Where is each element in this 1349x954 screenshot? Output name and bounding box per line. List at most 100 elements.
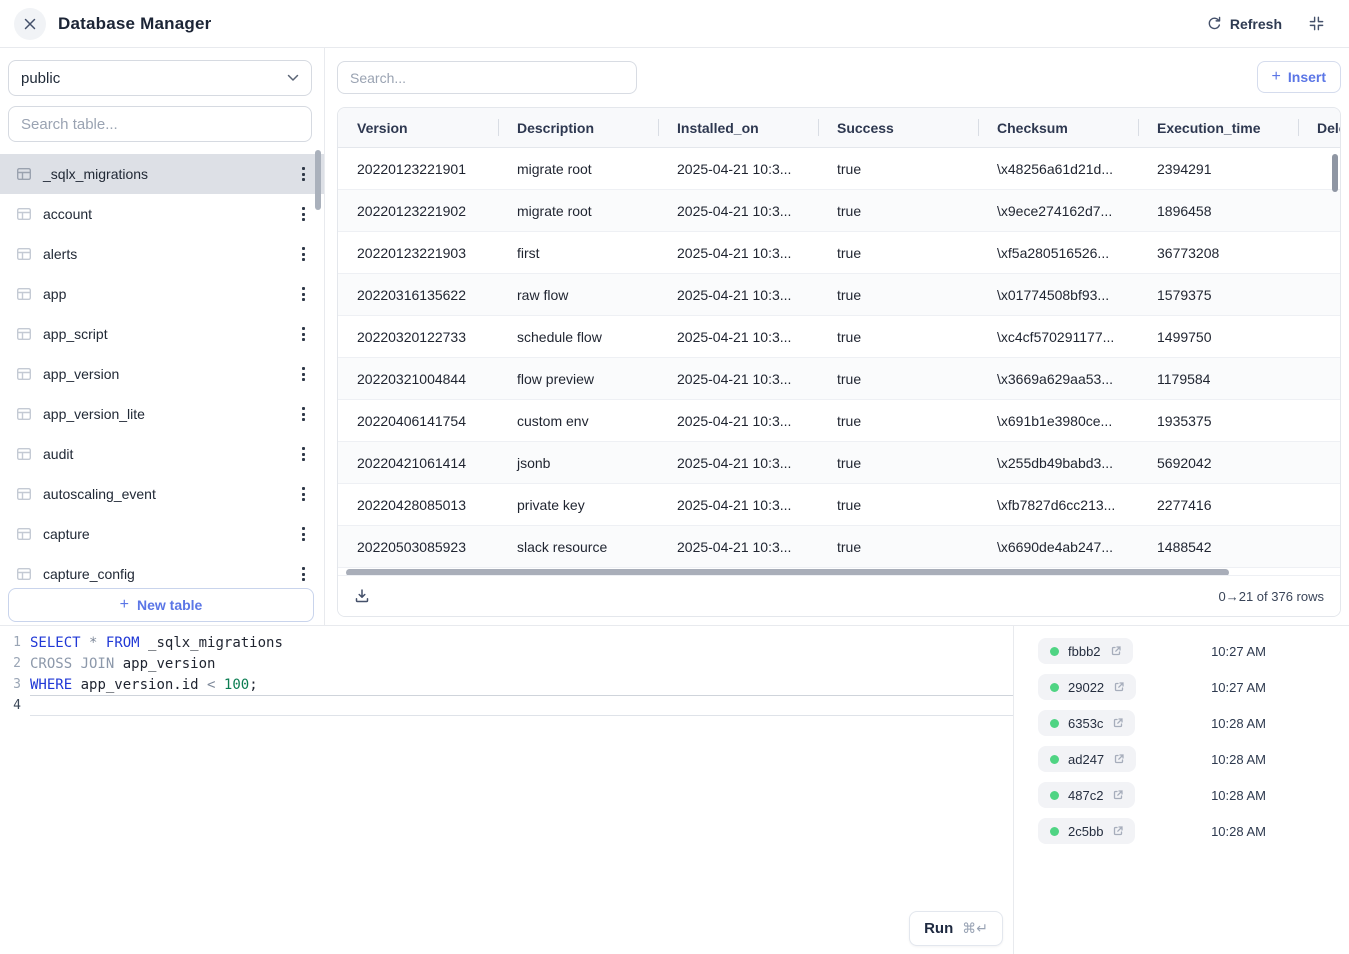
sql-editor[interactable]: 1 SELECT * FROM _sqlx_migrations 2 CROSS… bbox=[0, 625, 1013, 954]
table-row[interactable]: 20220428085013private key2025-04-21 10:3… bbox=[338, 484, 1341, 526]
query-hash: fbbb2 bbox=[1068, 644, 1101, 659]
vertical-scrollbar[interactable] bbox=[1332, 154, 1338, 192]
schema-select[interactable]: public bbox=[8, 60, 312, 96]
kebab-menu-icon[interactable] bbox=[294, 404, 312, 424]
table-row[interactable]: 20220406141754custom env2025-04-21 10:3.… bbox=[338, 400, 1341, 442]
new-table-button[interactable]: + New table bbox=[8, 588, 314, 622]
external-link-icon[interactable] bbox=[1112, 825, 1124, 837]
external-link-icon[interactable] bbox=[1113, 753, 1125, 765]
code-line[interactable]: 4 bbox=[0, 695, 1013, 716]
close-button[interactable] bbox=[14, 8, 46, 40]
history-item[interactable]: 487c2 10:28 AM bbox=[1014, 777, 1349, 813]
column-header[interactable]: Installed_on bbox=[658, 108, 818, 147]
external-link-icon[interactable] bbox=[1112, 789, 1124, 801]
column-header[interactable]: Deleted bbox=[1298, 108, 1341, 147]
table-row[interactable]: 20220123221902migrate root2025-04-21 10:… bbox=[338, 190, 1341, 232]
column-header[interactable]: Execution_time bbox=[1138, 108, 1298, 147]
kebab-menu-icon[interactable] bbox=[294, 164, 312, 184]
sidebar-item-capture_config[interactable]: capture_config bbox=[0, 554, 324, 583]
query-chip[interactable]: 2c5bb bbox=[1038, 818, 1135, 844]
column-header[interactable]: Version bbox=[338, 108, 498, 147]
sidebar-item-app_script[interactable]: app_script bbox=[0, 314, 324, 354]
sidebar-item-_sqlx_migrations[interactable]: _sqlx_migrations bbox=[0, 154, 324, 194]
kebab-menu-icon[interactable] bbox=[294, 444, 312, 464]
table-name: alerts bbox=[43, 246, 77, 262]
table-row[interactable]: 20220123221903first2025-04-21 10:3...tru… bbox=[338, 232, 1341, 274]
plus-icon: + bbox=[1272, 68, 1281, 86]
sidebar: public _sqlx_migrations account alerts a… bbox=[0, 48, 325, 625]
query-chip[interactable]: ad247 bbox=[1038, 746, 1136, 772]
sidebar-item-app_version[interactable]: app_version bbox=[0, 354, 324, 394]
query-chip[interactable]: 487c2 bbox=[1038, 782, 1135, 808]
refresh-button[interactable]: Refresh bbox=[1207, 16, 1282, 32]
sidebar-item-audit[interactable]: audit bbox=[0, 434, 324, 474]
query-hash: ad247 bbox=[1068, 752, 1104, 767]
query-chip[interactable]: 6353c bbox=[1038, 710, 1135, 736]
kebab-menu-icon[interactable] bbox=[294, 284, 312, 304]
collapse-icon[interactable] bbox=[1308, 15, 1325, 32]
table-name: app bbox=[43, 286, 66, 302]
line-number: 4 bbox=[0, 695, 30, 716]
history-item[interactable]: fbbb2 10:27 AM bbox=[1014, 633, 1349, 669]
history-item[interactable]: 29022 10:27 AM bbox=[1014, 669, 1349, 705]
grid-footer: 0→21 of 376 rows bbox=[338, 575, 1340, 616]
kebab-menu-icon[interactable] bbox=[294, 524, 312, 544]
external-link-icon[interactable] bbox=[1110, 645, 1122, 657]
kebab-menu-icon[interactable] bbox=[294, 484, 312, 504]
column-header[interactable]: Success bbox=[818, 108, 978, 147]
table-row[interactable]: 20220123221901migrate root2025-04-21 10:… bbox=[338, 148, 1341, 190]
kebab-menu-icon[interactable] bbox=[294, 244, 312, 264]
sidebar-item-app[interactable]: app bbox=[0, 274, 324, 314]
table-row[interactable]: 20220503085923slack resource2025-04-21 1… bbox=[338, 526, 1341, 568]
table-cell bbox=[1298, 232, 1341, 273]
code-line[interactable]: 2 CROSS JOIN app_version bbox=[0, 653, 1013, 674]
table-row[interactable]: 20220320122733schedule flow2025-04-21 10… bbox=[338, 316, 1341, 358]
table-cell: 2025-04-21 10:3... bbox=[658, 484, 818, 525]
code-line[interactable]: 1 SELECT * FROM _sqlx_migrations bbox=[0, 632, 1013, 653]
download-button[interactable] bbox=[354, 586, 374, 606]
sidebar-item-autoscaling_event[interactable]: autoscaling_event bbox=[0, 474, 324, 514]
sidebar-item-account[interactable]: account bbox=[0, 194, 324, 234]
table-row[interactable]: 20220421061414jsonb2025-04-21 10:3...tru… bbox=[338, 442, 1341, 484]
code-line[interactable]: 3 WHERE app_version.id < 100; bbox=[0, 674, 1013, 695]
external-link-icon[interactable] bbox=[1113, 681, 1125, 693]
top-bar: Database Manager Refresh bbox=[0, 0, 1349, 48]
query-chip[interactable]: 29022 bbox=[1038, 674, 1136, 700]
table-cell: true bbox=[818, 484, 978, 525]
search-input[interactable] bbox=[337, 61, 637, 94]
refresh-icon bbox=[1207, 16, 1222, 31]
sidebar-item-app_version_lite[interactable]: app_version_lite bbox=[0, 394, 324, 434]
table-row[interactable]: 20220316135622raw flow2025-04-21 10:3...… bbox=[338, 274, 1341, 316]
query-chip[interactable]: fbbb2 bbox=[1038, 638, 1133, 664]
external-link-icon[interactable] bbox=[1112, 717, 1124, 729]
table-cell bbox=[1298, 316, 1341, 357]
table-cell: true bbox=[818, 274, 978, 315]
insert-button[interactable]: + Insert bbox=[1257, 61, 1341, 93]
kebab-menu-icon[interactable] bbox=[294, 324, 312, 344]
schema-select-value: public bbox=[21, 70, 60, 87]
history-item[interactable]: 2c5bb 10:28 AM bbox=[1014, 813, 1349, 849]
table-name: capture_config bbox=[43, 566, 135, 582]
column-header[interactable]: Description bbox=[498, 108, 658, 147]
column-header[interactable]: Checksum bbox=[978, 108, 1138, 147]
sidebar-scrollbar[interactable] bbox=[315, 150, 321, 210]
kebab-menu-icon[interactable] bbox=[294, 364, 312, 384]
kebab-menu-icon[interactable] bbox=[294, 204, 312, 224]
sidebar-item-capture[interactable]: capture bbox=[0, 514, 324, 554]
grid-body: 20220123221901migrate root2025-04-21 10:… bbox=[338, 148, 1340, 568]
table-row[interactable]: 20220321004844flow preview2025-04-21 10:… bbox=[338, 358, 1341, 400]
table-icon bbox=[16, 286, 32, 302]
kebab-menu-icon[interactable] bbox=[294, 564, 312, 583]
history-item[interactable]: 6353c 10:28 AM bbox=[1014, 705, 1349, 741]
table-cell: 2025-04-21 10:3... bbox=[658, 190, 818, 231]
run-button[interactable]: Run ⌘↵ bbox=[909, 911, 1003, 946]
table-name: app_version bbox=[43, 366, 119, 382]
table-cell: 2025-04-21 10:3... bbox=[658, 442, 818, 483]
table-search-input[interactable] bbox=[8, 106, 312, 142]
history-item[interactable]: ad247 10:28 AM bbox=[1014, 741, 1349, 777]
sidebar-item-alerts[interactable]: alerts bbox=[0, 234, 324, 274]
table-cell: true bbox=[818, 442, 978, 483]
download-icon bbox=[354, 588, 370, 604]
query-hash: 6353c bbox=[1068, 716, 1103, 731]
table-cell: 1896458 bbox=[1138, 190, 1298, 231]
